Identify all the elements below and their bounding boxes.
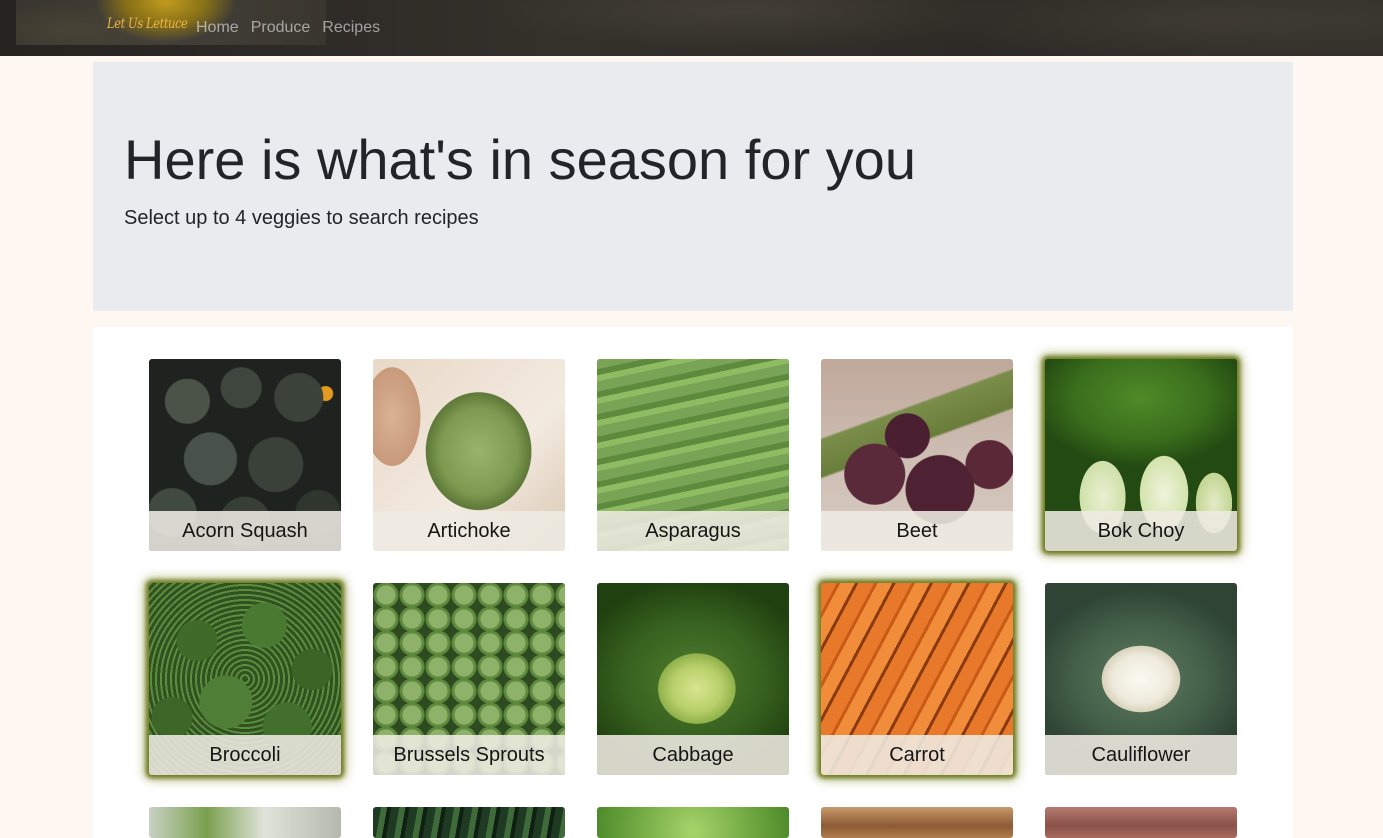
produce-card-label: Brussels Sprouts <box>373 735 565 775</box>
produce-card-partial[interactable] <box>373 807 565 838</box>
page-title: Here is what's in season for you <box>124 128 916 191</box>
nav-link-home[interactable]: Home <box>196 18 239 37</box>
produce-card-broccoli[interactable]: Broccoli <box>149 583 341 775</box>
produce-card-label: Bok Choy <box>1045 511 1237 551</box>
produce-card-label: Cabbage <box>597 735 789 775</box>
produce-card-partial[interactable] <box>149 807 341 838</box>
produce-grid: Acorn Squash Artichoke Asparagus Beet Bo… <box>93 327 1293 838</box>
produce-card-partial[interactable] <box>821 807 1013 838</box>
navbar-background-texture <box>326 0 1383 56</box>
produce-card-label: Asparagus <box>597 511 789 551</box>
produce-image <box>373 807 565 838</box>
produce-card-carrot[interactable]: Carrot <box>821 583 1013 775</box>
produce-card-beet[interactable]: Beet <box>821 359 1013 551</box>
produce-card-bok-choy[interactable]: Bok Choy <box>1045 359 1237 551</box>
produce-card-cauliflower[interactable]: Cauliflower <box>1045 583 1237 775</box>
produce-card-asparagus[interactable]: Asparagus <box>597 359 789 551</box>
produce-image <box>149 807 341 838</box>
nav-links: Home Produce Recipes <box>196 18 392 37</box>
produce-card-label: Cauliflower <box>1045 735 1237 775</box>
produce-card-label: Broccoli <box>149 735 341 775</box>
brand-logo[interactable]: Let Us Lettuce <box>107 16 188 32</box>
produce-card-label: Artichoke <box>373 511 565 551</box>
produce-card-label: Acorn Squash <box>149 511 341 551</box>
produce-card-cabbage[interactable]: Cabbage <box>597 583 789 775</box>
produce-card-acorn-squash[interactable]: Acorn Squash <box>149 359 341 551</box>
nav-link-recipes[interactable]: Recipes <box>322 18 380 37</box>
produce-card-partial[interactable] <box>1045 807 1237 838</box>
produce-image <box>821 807 1013 838</box>
produce-card-artichoke[interactable]: Artichoke <box>373 359 565 551</box>
navbar: Let Us Lettuce Home Produce Recipes <box>0 0 1383 56</box>
produce-image <box>1045 807 1237 838</box>
produce-card-brussels-sprouts[interactable]: Brussels Sprouts <box>373 583 565 775</box>
hero-jumbotron: Here is what's in season for you Select … <box>93 62 1293 311</box>
produce-card-label: Carrot <box>821 735 1013 775</box>
page-subtitle: Select up to 4 veggies to search recipes <box>124 207 479 229</box>
produce-image <box>597 807 789 838</box>
produce-card-label: Beet <box>821 511 1013 551</box>
produce-card-partial[interactable] <box>597 807 789 838</box>
nav-link-produce[interactable]: Produce <box>251 18 311 37</box>
